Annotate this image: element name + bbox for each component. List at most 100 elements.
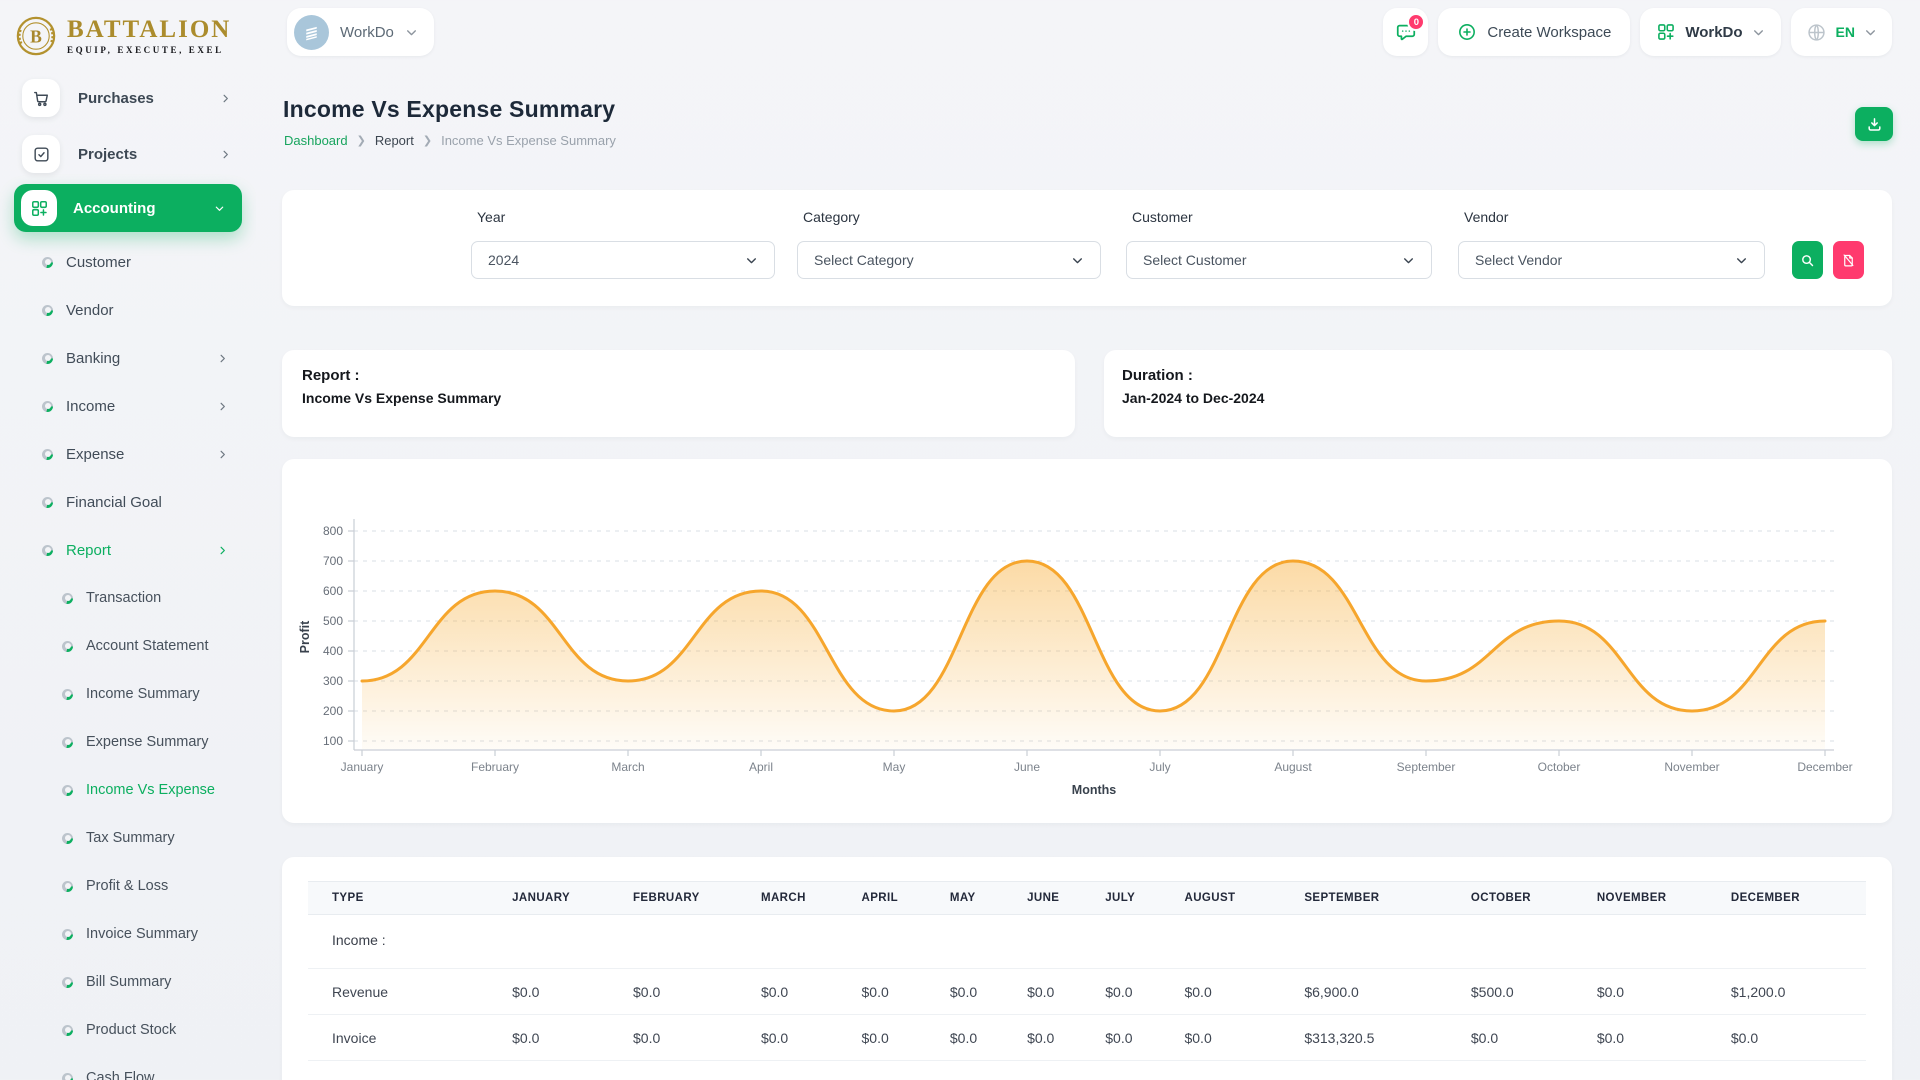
category-select[interactable]: Select Category [797, 241, 1101, 279]
sidebar-item-cash-flow[interactable]: Cash Flow [0, 1054, 256, 1080]
filter-card: Year 2024 Category Select Category Custo… [282, 190, 1892, 306]
sidebar-item-label: Invoice Summary [86, 926, 198, 942]
bullet-icon [62, 689, 73, 700]
vendor-select[interactable]: Select Vendor [1458, 241, 1765, 279]
sidebar-item-accounting[interactable]: Accounting [14, 184, 242, 232]
breadcrumb-dashboard[interactable]: Dashboard [284, 133, 348, 148]
sidebar-item-income-summary[interactable]: Income Summary [0, 670, 256, 718]
chevron-right-icon [217, 545, 228, 556]
table-row-revenue: Revenue$0.0$0.0$0.0$0.0$0.0$0.0$0.0$0.0$… [308, 969, 1866, 1015]
customer-select[interactable]: Select Customer [1126, 241, 1432, 279]
cell-value: $0.0 [512, 1015, 633, 1061]
sidebar-nav: PurchasesProjectsAccounting Customer Vendo… [0, 64, 256, 1080]
svg-text:600: 600 [323, 584, 343, 598]
sidebar-item-vendor[interactable]: Vendor [0, 286, 256, 334]
sidebar-item-report[interactable]: Report [0, 526, 256, 574]
tasks-icon [22, 135, 60, 173]
sidebar-item-expense-summary[interactable]: Expense Summary [0, 718, 256, 766]
sidebar-item-profit-loss[interactable]: Profit & Loss [0, 862, 256, 910]
year-select[interactable]: 2024 [471, 241, 775, 279]
cell-value: $313,320.5 [1304, 1015, 1471, 1061]
search-icon [1800, 253, 1815, 268]
table-header-row: TYPEJANUARYFEBRUARYMARCHAPRILMAYJUNEJULY… [308, 882, 1866, 915]
create-workspace-button[interactable]: Create Workspace [1438, 8, 1630, 56]
sidebar-item-income[interactable]: Income [0, 382, 256, 430]
sidebar-item-label: Profit & Loss [86, 878, 168, 894]
workspace-selector[interactable]: WorkDo [287, 8, 434, 56]
svg-text:August: August [1274, 760, 1312, 774]
group-label: Expense : [308, 1061, 1866, 1080]
bullet-icon [62, 977, 73, 988]
cell-value: $0.0 [950, 969, 1027, 1015]
download-button[interactable] [1855, 107, 1893, 141]
sidebar-item-income-vs-expense[interactable]: Income Vs Expense [0, 766, 256, 814]
profit-chart: 100200300400500600700800JanuaryFebruaryM… [282, 471, 1892, 811]
chevron-right-icon [220, 93, 231, 104]
apply-filters-button[interactable] [1792, 241, 1823, 279]
column-header-march: MARCH [761, 882, 862, 915]
column-header-november: NOVEMBER [1597, 882, 1731, 915]
sidebar-item-bill-summary[interactable]: Bill Summary [0, 958, 256, 1006]
cell-value: $0.0 [633, 1015, 761, 1061]
sidebar-item-invoice-summary[interactable]: Invoice Summary [0, 910, 256, 958]
sidebar-item-label: Income [66, 398, 115, 415]
group-row-expense: Expense : [308, 1061, 1866, 1080]
bullet-icon [42, 353, 53, 364]
column-header-august: AUGUST [1184, 882, 1304, 915]
sidebar-item-customer[interactable]: Customer [0, 238, 256, 286]
report-table-card: TYPEJANUARYFEBRUARYMARCHAPRILMAYJUNEJULY… [282, 857, 1892, 1080]
svg-text:March: March [611, 760, 644, 774]
sidebar-item-label: Vendor [66, 302, 114, 319]
column-header-april: APRIL [862, 882, 950, 915]
workdo-menu-button[interactable]: WorkDo [1640, 8, 1780, 56]
chevron-down-icon [1864, 26, 1877, 39]
brand-logo[interactable]: B BATTALION EQUIP, EXECUTE, EXEL [14, 10, 264, 62]
svg-text:December: December [1797, 760, 1852, 774]
breadcrumb-report[interactable]: Report [375, 133, 414, 148]
sidebar-item-tax-summary[interactable]: Tax Summary [0, 814, 256, 862]
svg-text:May: May [883, 760, 906, 774]
chevron-down-icon [745, 254, 758, 267]
reset-filters-button[interactable] [1833, 241, 1864, 279]
language-label: EN [1836, 24, 1855, 40]
language-selector[interactable]: EN [1791, 8, 1892, 56]
column-header-january: JANUARY [512, 882, 633, 915]
report-card-title: Report : [302, 367, 1055, 384]
sidebar-item-account-statement[interactable]: Account Statement [0, 622, 256, 670]
svg-text:February: February [471, 760, 519, 774]
svg-text:November: November [1664, 760, 1719, 774]
sidebar-item-expense[interactable]: Expense [0, 430, 256, 478]
chevron-right-icon [220, 149, 231, 160]
sidebar-item-financial-goal[interactable]: Financial Goal [0, 478, 256, 526]
report-summary-card: Report : Income Vs Expense Summary [282, 350, 1075, 437]
sidebar-item-label: Report [66, 542, 111, 559]
messages-button[interactable]: 0 [1383, 8, 1428, 56]
bullet-icon [62, 1025, 73, 1036]
sidebar-item-purchases[interactable]: Purchases [0, 70, 256, 126]
topbar-actions: 0 Create Workspace WorkDo EN [1383, 8, 1892, 56]
sidebar-item-label: Income Summary [86, 686, 200, 702]
svg-text:July: July [1149, 760, 1170, 774]
column-header-june: JUNE [1027, 882, 1105, 915]
income-vs-expense-table: TYPEJANUARYFEBRUARYMARCHAPRILMAYJUNEJULY… [308, 881, 1866, 1080]
bullet-icon [62, 737, 73, 748]
chevron-down-icon [214, 203, 225, 214]
sidebar-item-banking[interactable]: Banking [0, 334, 256, 382]
bullet-icon [62, 1073, 73, 1080]
svg-text:September: September [1397, 760, 1456, 774]
sidebar-item-transaction[interactable]: Transaction [0, 574, 256, 622]
chevron-right-icon [217, 449, 228, 460]
sidebar-item-label: Bill Summary [86, 974, 171, 990]
column-header-july: JULY [1105, 882, 1184, 915]
sidebar-item-projects[interactable]: Projects [0, 126, 256, 182]
svg-text:June: June [1014, 760, 1040, 774]
area-chart-svg: 100200300400500600700800JanuaryFebruaryM… [282, 471, 1892, 811]
sidebar-item-product-stock[interactable]: Product Stock [0, 1006, 256, 1054]
cell-value: $0.0 [633, 969, 761, 1015]
brand-name: BATTALION [67, 17, 231, 42]
gridplus-icon [21, 190, 57, 226]
cell-value: $0.0 [1597, 969, 1731, 1015]
cell-value: $0.0 [761, 969, 862, 1015]
brand-tagline: EQUIP, EXECUTE, EXEL [67, 45, 231, 55]
bullet-icon [62, 881, 73, 892]
